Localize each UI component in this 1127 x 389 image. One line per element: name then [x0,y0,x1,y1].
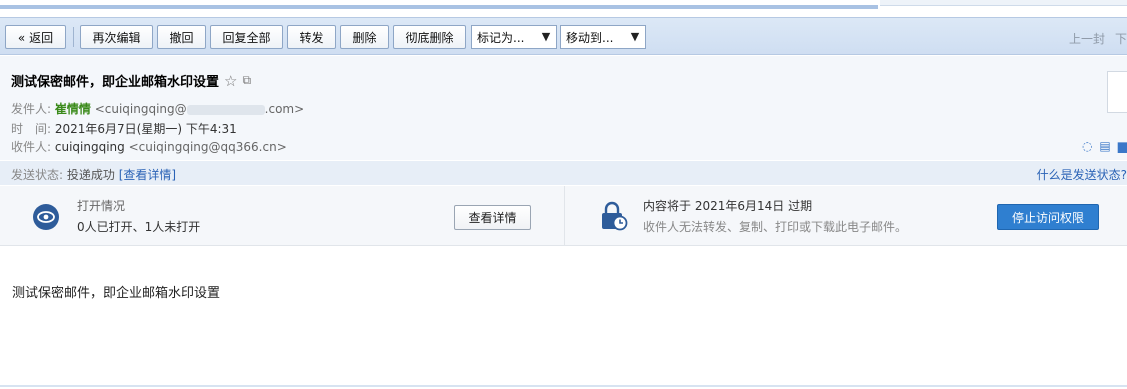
to-row: 收件人: cuiqingqing <cuiqingqing@qq366.cn> [11,138,287,155]
top-stripe [0,5,878,9]
bottom-divider [0,385,1127,387]
prev-mail-link[interactable]: 上一封 [1069,30,1105,47]
status-value: 投递成功 [66,168,115,182]
popout-window-icon[interactable]: ⧉ [242,73,251,88]
sender-address-start: <cuiqingqing@ [94,102,187,116]
delivery-status: 发送状态: 投递成功 [查看详情] [11,166,176,183]
top-band [0,0,1127,14]
star-icon[interactable]: ☆ [224,72,237,90]
to-label: 收件人: [11,140,52,154]
edit-again-button[interactable]: 再次编辑 [80,25,153,49]
from-row: 发件人: 崔情情 <cuiqingqing@ .com> [11,100,304,117]
status-label: 发送状态: [11,168,64,182]
chevron-down-icon: ▼ [541,30,551,43]
mail-subject: 测试保密邮件，即企业邮箱水印设置 ☆ ⧉ [11,71,251,91]
chat-icon[interactable]: ◌ [1082,139,1092,153]
stop-access-button[interactable]: 停止访问权限 [997,204,1099,230]
move-to-select[interactable]: 移动到... ▼ [560,25,646,49]
time-row: 时 间: 2021年6月7日(星期一) 下午4:31 [11,120,237,137]
move-to-label: 移动到... [566,30,614,45]
lock-clock-icon [600,201,628,231]
view-details-button[interactable]: 查看详情 [454,205,531,230]
mail-pager: 上一封 下 [1069,30,1127,47]
recipient-name[interactable]: cuiqingqing [55,140,125,154]
header-actions: ◌ ▤ ▆ [1082,139,1127,153]
open-status-value: 0人已打开、1人未打开 [77,220,201,234]
mail-body: 测试保密邮件，即企业邮箱水印设置 [12,286,221,301]
sender-address-end: .com> [264,102,305,116]
mark-as-label: 标记为... [477,30,525,45]
expiry-description: 收件人无法转发、复制、打印或下载此电子邮件。 [643,220,908,234]
subject-text: 测试保密邮件，即企业邮箱水印设置 [11,75,220,90]
card-divider [564,186,565,246]
forward-button[interactable]: 转发 [287,25,336,49]
top-stripe-right [880,0,1127,6]
toolbar-separator [73,27,74,47]
status-help-link[interactable]: 什么是发送状态? [1037,166,1127,183]
avatar [1107,71,1127,113]
delete-button[interactable]: 删除 [340,25,389,49]
mark-as-select[interactable]: 标记为... ▼ [471,25,557,49]
recipient-address: <cuiqingqing@qq366.cn> [128,140,287,154]
mail-header: 测试保密邮件，即企业邮箱水印设置 ☆ ⧉ 发件人: 崔情情 <cuiqingqi… [0,56,1127,160]
redacted-domain [186,104,265,115]
back-button[interactable]: « 返回 [5,25,66,49]
chevron-down-icon: ▼ [630,30,640,43]
note-icon[interactable]: ▤ [1099,139,1110,153]
from-label: 发件人: [11,102,52,116]
delivery-status-bar: 发送状态: 投递成功 [查看详情] 什么是发送状态? [0,161,1127,185]
status-detail-link[interactable]: [查看详情] [119,168,176,182]
delete-permanently-button[interactable]: 彻底删除 [393,25,466,49]
open-status-title: 打开情况 [77,199,126,213]
print-icon[interactable]: ▆ [1118,139,1127,153]
expiry-title: 内容将于 2021年6月14日 过期 [643,199,813,213]
mail-toolbar: « 返回 再次编辑 撤回 回复全部 转发 删除 彻底删除 标记为... ▼ 移动… [0,17,1127,55]
time-value: 2021年6月7日(星期一) 下午4:31 [54,122,237,136]
confidential-info-panel: 打开情况 0人已打开、1人未打开 查看详情 内容将于 2021年6月14日 过期… [0,186,1127,246]
reply-all-button[interactable]: 回复全部 [210,25,283,49]
next-mail-link[interactable]: 下 [1115,30,1127,47]
time-label: 时 间: [11,122,52,136]
recall-button[interactable]: 撤回 [157,25,206,49]
eye-icon [33,204,59,230]
sender-name[interactable]: 崔情情 [55,102,91,116]
